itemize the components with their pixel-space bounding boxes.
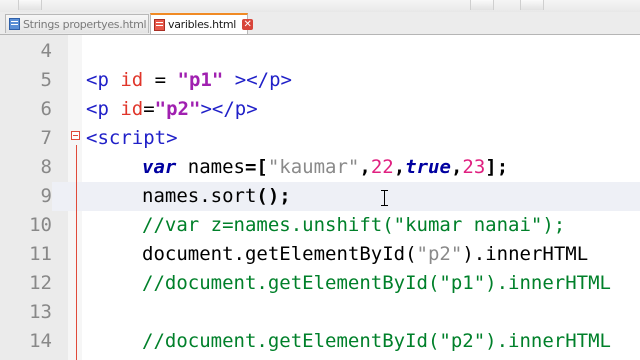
- toolbar-button[interactable]: [18, 0, 42, 10]
- code-line: 11 document.getElementById("p2").innerHT…: [0, 240, 640, 269]
- code-text: var names=["kaumar",22,true,23];: [142, 156, 509, 178]
- fold-toggle-icon[interactable]: [71, 131, 80, 140]
- code-line: 7 <script>: [0, 124, 640, 153]
- code-text: <p id="p2"></p>: [86, 98, 258, 120]
- close-icon[interactable]: ✕: [242, 19, 254, 30]
- code-text: document.getElementById("p2").innerHTML: [142, 243, 589, 265]
- file-icon: [154, 18, 165, 31]
- line-number: 12: [29, 272, 52, 294]
- code-text: //var z=names.unshift("kumar nanai");: [142, 214, 566, 236]
- tab-label: varibles.html: [168, 18, 237, 31]
- line-number: 13: [29, 301, 52, 323]
- editor-window: Strings propertyes.html ✕ varibles.html …: [0, 0, 640, 360]
- file-icon: [9, 18, 20, 30]
- fold-range-line: [76, 145, 77, 360]
- code-text: <script>: [86, 127, 178, 149]
- code-text: //document.getElementById("p2").innerHTM…: [142, 330, 611, 352]
- code-editor[interactable]: 4 5 <p id = "p1" ></p> 6 <p id="p2"></p>…: [0, 35, 640, 360]
- code-line: 12 //document.getElementById("p1").inner…: [0, 269, 640, 298]
- line-number: 10: [29, 214, 52, 236]
- tab-strings-propertyes[interactable]: Strings propertyes.html ✕: [5, 14, 162, 33]
- toolbar-button[interactable]: [470, 0, 494, 10]
- code-line: 5 <p id = "p1" ></p>: [0, 66, 640, 95]
- code-line: 4: [0, 37, 640, 66]
- line-number: 11: [29, 243, 52, 265]
- code-line-current: 9 names.sort();: [0, 182, 640, 211]
- line-number: 5: [40, 69, 52, 91]
- line-number: 6: [40, 98, 52, 120]
- toolbar-button[interactable]: [520, 0, 544, 10]
- line-number: 14: [29, 330, 52, 352]
- line-number: 7: [40, 127, 52, 149]
- line-number: 4: [40, 40, 52, 62]
- tab-label: Strings propertyes.html: [23, 17, 147, 31]
- line-number: 9: [0, 182, 52, 211]
- code-line: 6 <p id="p2"></p>: [0, 95, 640, 124]
- tab-bar: Strings propertyes.html ✕ varibles.html …: [0, 12, 640, 35]
- code-text: //document.getElementById("p1").innerHTM…: [142, 272, 611, 294]
- code-text: <p id = "p1" ></p>: [86, 69, 292, 91]
- tab-varibles[interactable]: varibles.html ✕: [150, 13, 254, 34]
- code-text: names.sort();: [142, 185, 291, 207]
- code-line: 13: [0, 298, 640, 327]
- line-number: 8: [40, 156, 52, 178]
- code-line: 10 //var z=names.unshift("kumar nanai");: [0, 211, 640, 240]
- text-cursor-icon: [381, 190, 388, 206]
- code-line: 14 //document.getElementById("p2").inner…: [0, 327, 640, 356]
- code-line: 8 var names=["kaumar",22,true,23];: [0, 153, 640, 182]
